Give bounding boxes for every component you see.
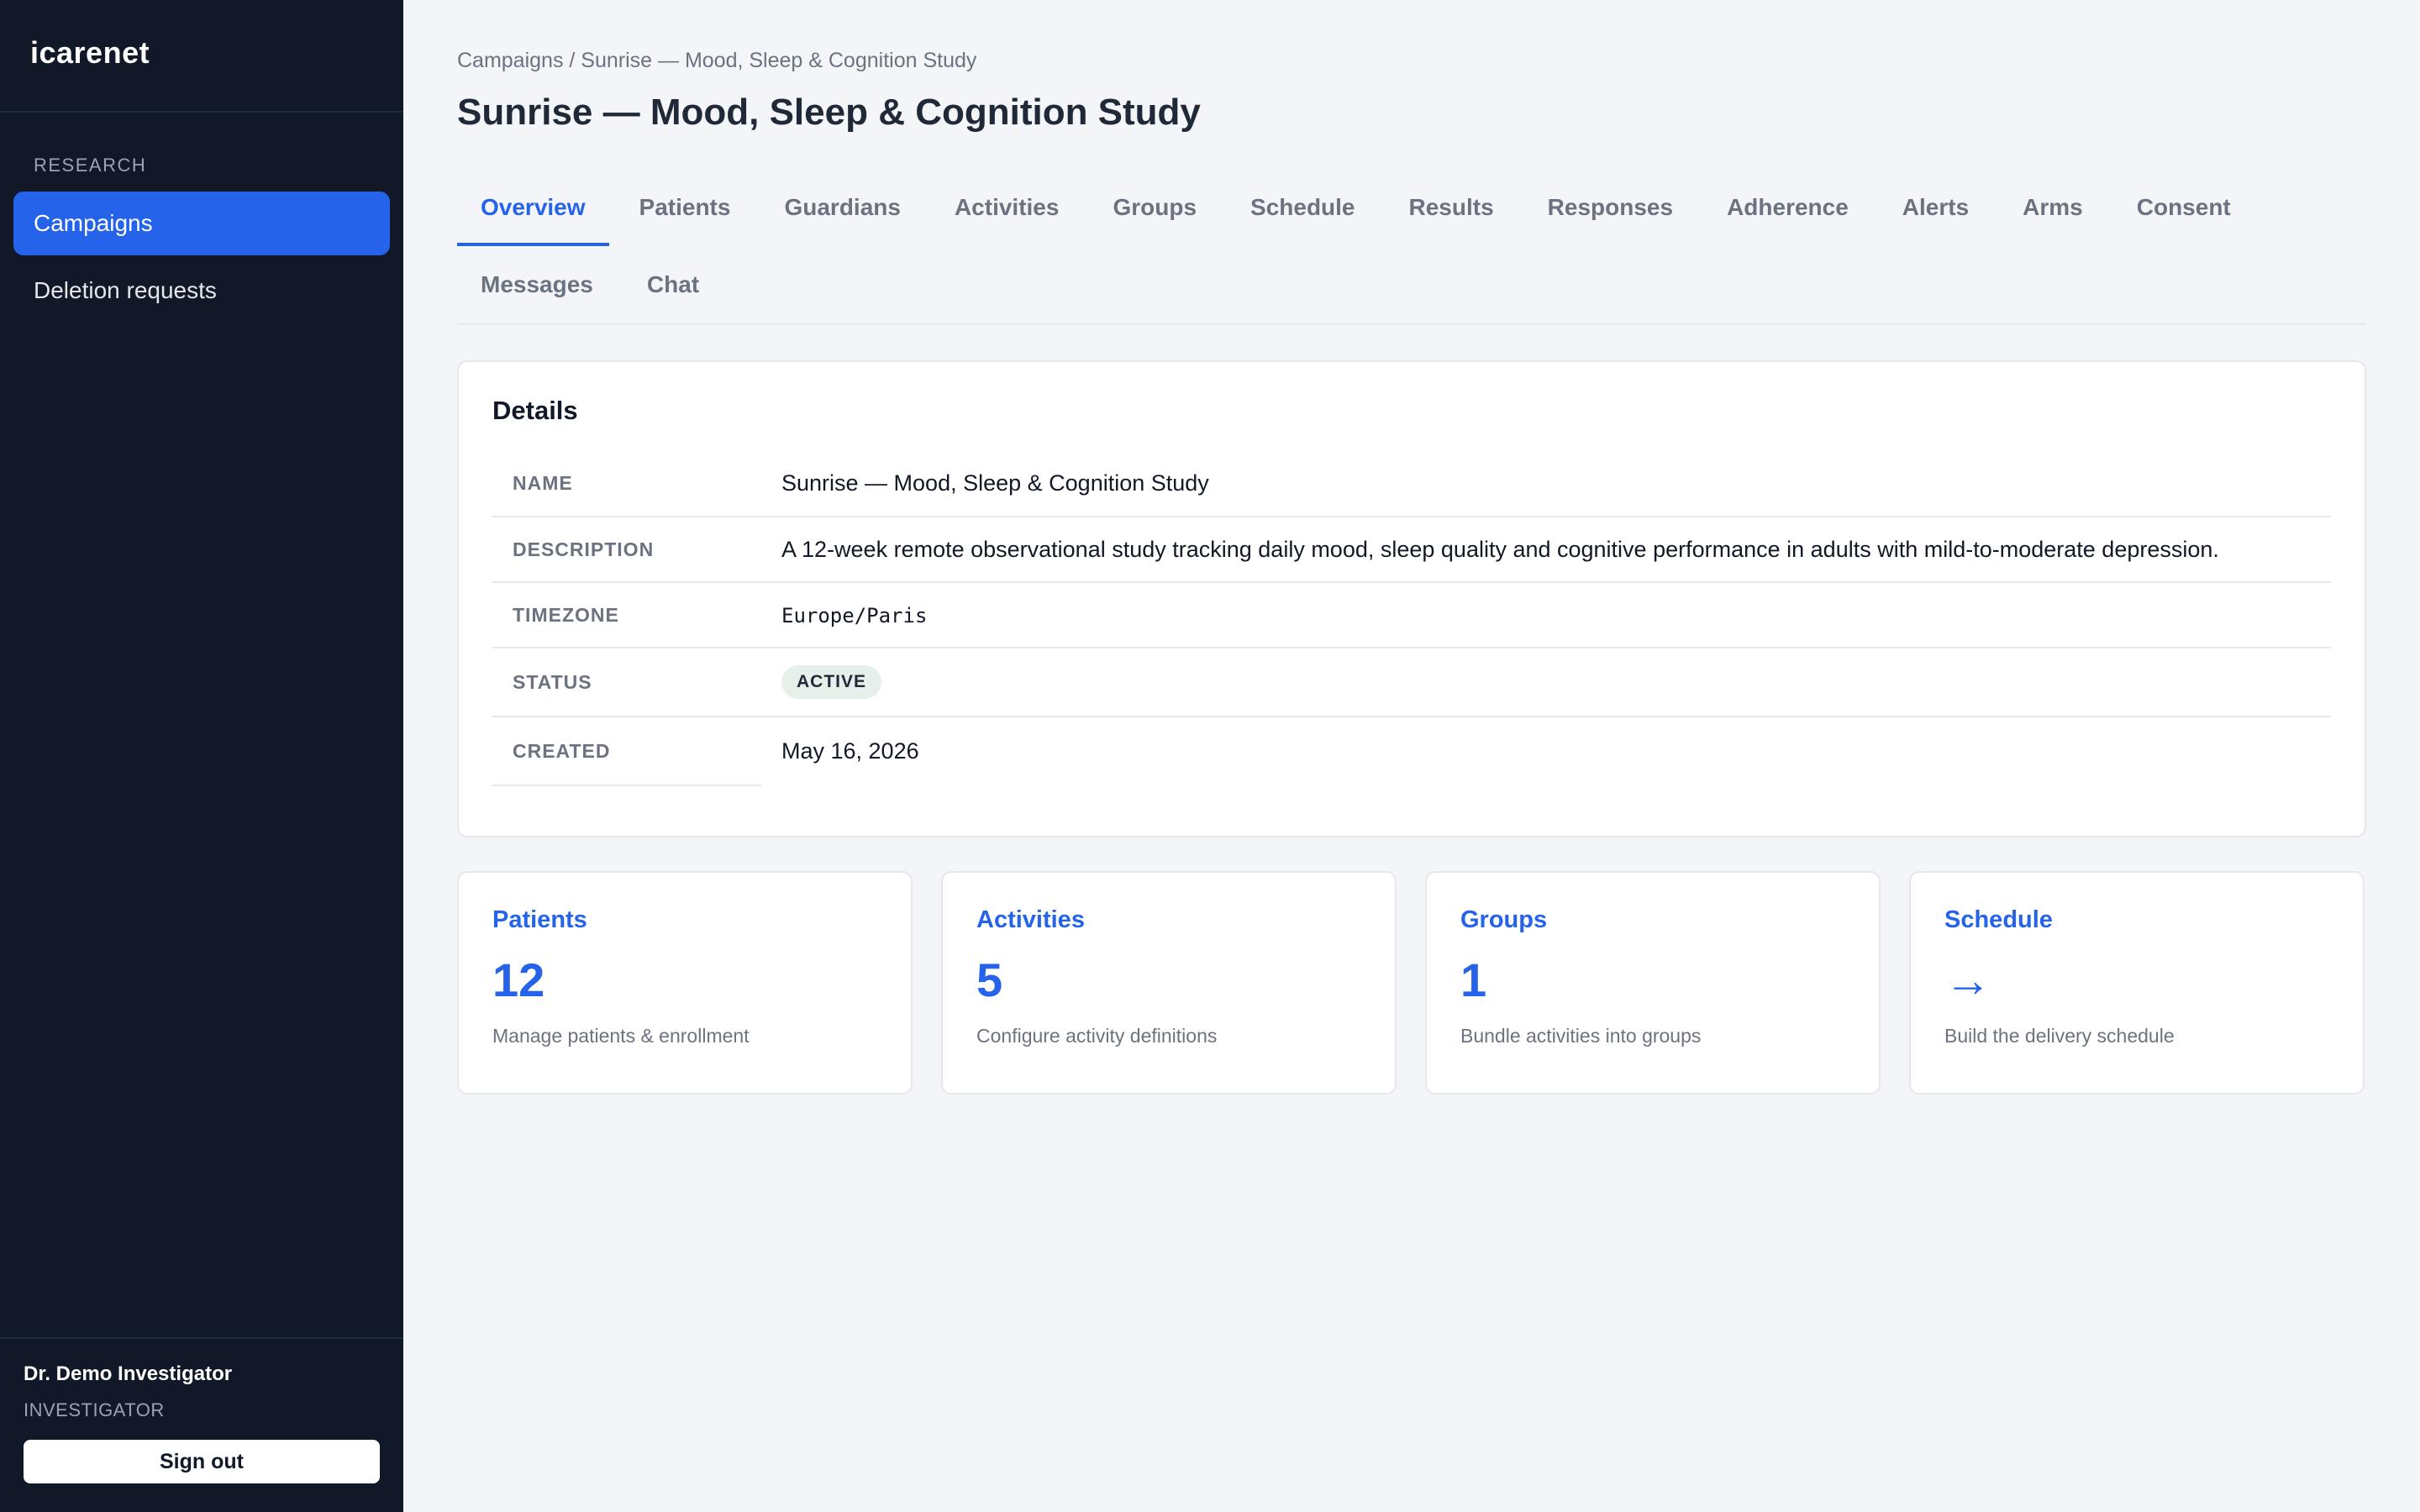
stat-description: Configure activity definitions <box>976 1025 1218 1047</box>
tab-overview[interactable]: Overview <box>457 169 609 246</box>
details-row-name: NAME Sunrise — Mood, Sleep & Cognition S… <box>492 451 2331 517</box>
stat-card-activities[interactable]: Activities 5 Configure activity definiti… <box>941 871 1397 1095</box>
details-row-description: DESCRIPTION A 12-week remote observation… <box>492 517 2331 583</box>
detail-value-created: May 16, 2026 <box>781 738 919 764</box>
detail-key: NAME <box>492 451 761 517</box>
details-row-created: CREATED May 16, 2026 <box>492 717 2331 786</box>
stat-value: 1 <box>1460 953 1487 1006</box>
summary-cards: Patients 12 Manage patients & enrollment… <box>457 871 2366 1095</box>
stat-title: Activities <box>976 906 1085 933</box>
stat-card-groups[interactable]: Groups 1 Bundle activities into groups <box>1425 871 1881 1095</box>
details-card: Details NAME Sunrise — Mood, Sleep & Cog… <box>457 360 2366 837</box>
tab-chat[interactable]: Chat <box>623 246 723 323</box>
arrow-right-icon: → <box>1944 953 1991 1006</box>
tab-guardians[interactable]: Guardians <box>760 169 923 246</box>
detail-value-name: Sunrise — Mood, Sleep & Cognition Study <box>761 451 2331 517</box>
sidebar-footer: Dr. Demo Investigator INVESTIGATOR Sign … <box>0 1337 403 1512</box>
tab-consent[interactable]: Consent <box>2113 169 2254 246</box>
page-title: Sunrise — Mood, Sleep & Cognition Study <box>457 92 1201 133</box>
sign-out-button[interactable]: Sign out <box>24 1440 380 1483</box>
stat-title: Patients <box>492 906 587 933</box>
tab-alerts[interactable]: Alerts <box>1879 169 1992 246</box>
user-role: INVESTIGATOR <box>24 1399 165 1420</box>
sidebar: icarenet RESEARCH Campaigns Deletion req… <box>0 0 403 1512</box>
details-title: Details <box>492 396 578 425</box>
stat-value: 5 <box>976 953 1003 1006</box>
section-label-research: RESEARCH <box>34 155 147 176</box>
stat-value: 12 <box>492 953 545 1006</box>
breadcrumb[interactable]: Campaigns / Sunrise — Mood, Sleep & Cogn… <box>457 49 2366 73</box>
detail-value-timezone: Europe/Paris <box>761 582 2331 648</box>
tab-patients[interactable]: Patients <box>616 169 755 246</box>
detail-key: CREATED <box>492 717 761 786</box>
timezone-value: Europe/Paris <box>781 603 928 627</box>
main-content: Campaigns / Sunrise — Mood, Sleep & Cogn… <box>457 0 2366 1095</box>
detail-value-status: ACTIVE <box>761 648 2331 717</box>
brand-logo[interactable]: icarenet <box>0 0 403 113</box>
status-badge: ACTIVE <box>781 665 882 699</box>
sidebar-item-campaigns[interactable]: Campaigns <box>13 192 390 255</box>
tab-results[interactable]: Results <box>1386 169 1518 246</box>
stat-description: Manage patients & enrollment <box>492 1025 750 1047</box>
tab-adherence[interactable]: Adherence <box>1703 169 1872 246</box>
user-name: Dr. Demo Investigator <box>24 1362 233 1385</box>
stat-title: Schedule <box>1944 906 2053 933</box>
stat-description: Build the delivery schedule <box>1944 1025 2175 1047</box>
detail-key: STATUS <box>492 648 761 717</box>
sidebar-item-deletion-requests[interactable]: Deletion requests <box>13 259 390 323</box>
detail-key: DESCRIPTION <box>492 517 761 583</box>
stat-card-patients[interactable]: Patients 12 Manage patients & enrollment <box>457 871 913 1095</box>
tab-schedule[interactable]: Schedule <box>1227 169 1378 246</box>
tab-activities[interactable]: Activities <box>931 169 1083 246</box>
tab-messages[interactable]: Messages <box>457 246 617 323</box>
stat-description: Bundle activities into groups <box>1460 1025 1702 1047</box>
tab-groups[interactable]: Groups <box>1089 169 1220 246</box>
stat-title: Groups <box>1460 906 1548 933</box>
detail-value-description: A 12-week remote observational study tra… <box>761 517 2331 583</box>
details-table: NAME Sunrise — Mood, Sleep & Cognition S… <box>492 451 2331 786</box>
tab-arms[interactable]: Arms <box>1999 169 2107 246</box>
details-row-timezone: TIMEZONE Europe/Paris <box>492 582 2331 648</box>
campaign-tabs: Overview Patients Guardians Activities G… <box>457 169 2366 325</box>
detail-key: TIMEZONE <box>492 582 761 648</box>
stat-card-schedule[interactable]: Schedule → Build the delivery schedule <box>1909 871 2365 1095</box>
tab-responses[interactable]: Responses <box>1524 169 1697 246</box>
details-row-status: STATUS ACTIVE <box>492 648 2331 717</box>
